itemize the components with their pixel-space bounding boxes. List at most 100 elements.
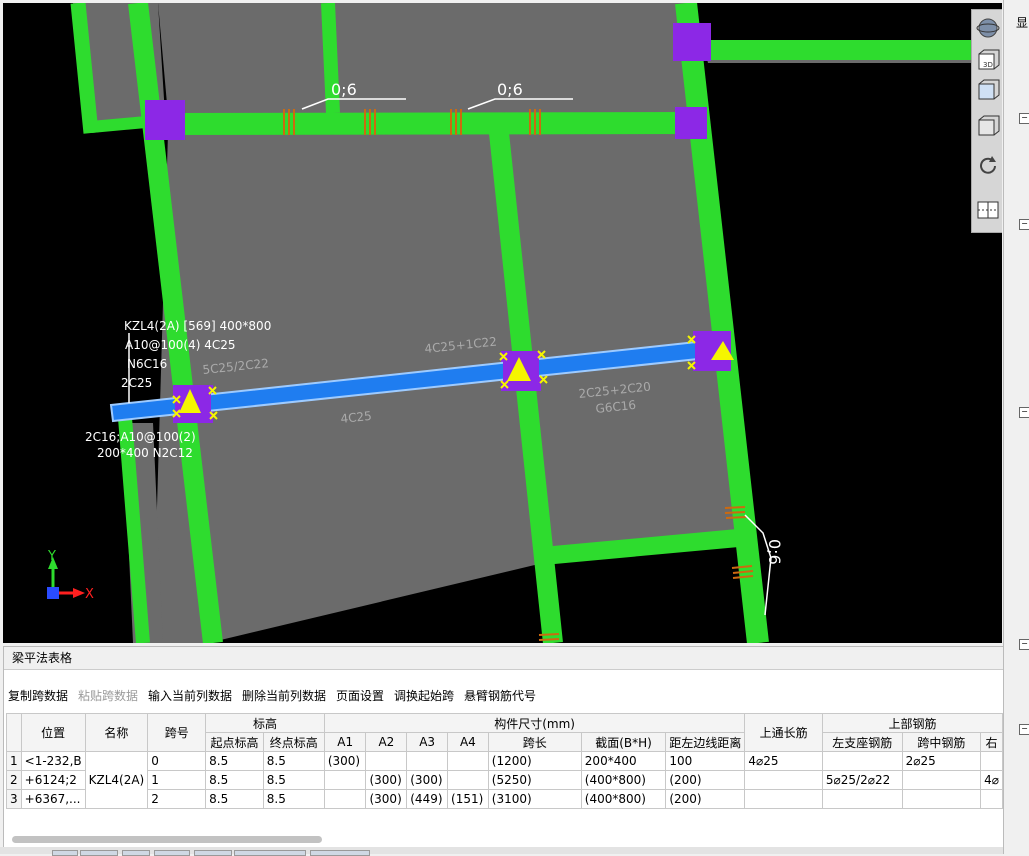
a2-cell[interactable]: (300): [365, 770, 408, 790]
name-cell[interactable]: KZL4(2A): [84, 751, 149, 809]
top-through-cell[interactable]: 4⌀25: [744, 751, 823, 771]
tree-expand-icon[interactable]: −: [1019, 219, 1029, 230]
tree-expand-icon[interactable]: −: [1019, 724, 1029, 735]
left-distance-cell[interactable]: (200): [665, 789, 746, 809]
position-cell[interactable]: +6367,...: [20, 789, 86, 809]
drawing-canvas[interactable]: 0;6 0;6 0;6 KZL4(2A) [569] 400*800 A10@1…: [3, 3, 1002, 643]
status-tab[interactable]: [234, 850, 306, 856]
row-number: 2: [6, 770, 22, 790]
tree-expand-icon[interactable]: −: [1019, 639, 1029, 650]
section-cell[interactable]: (400*800): [580, 770, 667, 790]
a3-cell[interactable]: [406, 751, 449, 771]
col-header-left-distance: 距左边线距离: [665, 732, 746, 752]
col-header-mid-rebar: 跨中钢筋: [901, 732, 982, 752]
row-number-header: [6, 713, 22, 752]
a2-cell[interactable]: [365, 751, 408, 771]
horizontal-scrollbar[interactable]: [12, 836, 322, 843]
swap-span-button[interactable]: 调换起始跨: [394, 685, 454, 707]
end-elev-cell[interactable]: 8.5: [262, 770, 325, 790]
delete-column-button[interactable]: 删除当前列数据: [242, 685, 326, 707]
status-tab[interactable]: [80, 850, 118, 856]
col-header-section: 截面(B*H): [580, 732, 667, 752]
col-header-start-elev: 起点标高: [205, 732, 264, 752]
top-through-cell[interactable]: [744, 789, 823, 809]
col-header-a3: A3: [406, 732, 449, 752]
a3-cell[interactable]: (300): [406, 770, 449, 790]
a4-cell[interactable]: (151): [447, 789, 489, 809]
paste-span-button[interactable]: 粘贴跨数据: [78, 685, 138, 707]
svg-text:3D: 3D: [983, 61, 993, 69]
start-elev-cell[interactable]: 8.5: [205, 770, 264, 790]
box-view-icon[interactable]: [976, 114, 1000, 138]
end-elev-cell[interactable]: 8.5: [262, 789, 325, 809]
left-support-cell[interactable]: 5⌀25/2⌀22: [821, 770, 903, 790]
status-tab[interactable]: [310, 850, 370, 856]
table-row[interactable]: 1 <1-232,B KZL4(2A) 0 8.5 8.5 (300) (120…: [6, 751, 1003, 809]
col-header-a4: A4: [447, 732, 489, 752]
cad-viewport[interactable]: 0;6 0;6 0;6 KZL4(2A) [569] 400*800 A10@1…: [3, 3, 1002, 643]
tree-expand-icon[interactable]: −: [1019, 407, 1029, 418]
a1-cell[interactable]: (300): [323, 751, 367, 771]
rotate-icon[interactable]: [976, 154, 1000, 178]
status-tab[interactable]: [52, 850, 78, 856]
start-elev-cell[interactable]: 8.5: [205, 789, 264, 809]
end-elev-cell[interactable]: 8.5: [262, 751, 325, 771]
page-setup-button[interactable]: 页面设置: [336, 685, 384, 707]
left-support-cell[interactable]: [821, 789, 903, 809]
top-view-icon[interactable]: [976, 78, 1000, 102]
section-cell[interactable]: (400*800): [580, 789, 667, 809]
right-side-panel: 显 − − − − −: [1003, 0, 1029, 854]
layout-icon[interactable]: [976, 198, 1000, 222]
span-cell[interactable]: 1: [147, 770, 207, 790]
start-elev-cell[interactable]: 8.5: [205, 751, 264, 771]
mid-rebar-cell[interactable]: [901, 770, 982, 790]
a4-cell[interactable]: [447, 770, 489, 790]
table-row[interactable]: 3 +6367,... 2 8.5 8.5 (300) (449) (151) …: [6, 789, 1003, 809]
span-length-cell[interactable]: (5250): [487, 770, 582, 790]
left-distance-cell[interactable]: (200): [665, 770, 746, 790]
col-header-dims: 构件尺寸(mm): [323, 713, 746, 733]
dim-label-2: 0;6: [497, 80, 523, 99]
tree-expand-icon[interactable]: −: [1019, 113, 1029, 124]
input-column-button[interactable]: 输入当前列数据: [148, 685, 232, 707]
row-number: 3: [6, 789, 22, 809]
a1-cell[interactable]: [323, 770, 367, 790]
span-length-cell[interactable]: (1200): [487, 751, 582, 771]
status-tab[interactable]: [154, 850, 190, 856]
mid-rebar-cell[interactable]: [901, 789, 982, 809]
top-through-cell[interactable]: [744, 770, 823, 790]
3d-view-icon[interactable]: 3D: [976, 48, 1000, 72]
col-header-span: 跨号: [147, 713, 207, 752]
col-header-a2: A2: [365, 732, 408, 752]
span-cell[interactable]: 2: [147, 789, 207, 809]
cantilever-code-button[interactable]: 悬臂钢筋代号: [464, 685, 536, 707]
mid-rebar-cell[interactable]: 2⌀25: [901, 751, 982, 771]
view-toolbar: 3D: [971, 9, 1002, 233]
beam-annotation-line: 2C25: [121, 376, 152, 390]
beam-annotation-line: KZL4(2A) [569] 400*800: [124, 319, 271, 333]
slab: [158, 3, 693, 115]
orbit-icon[interactable]: [976, 16, 1000, 40]
status-tab[interactable]: [194, 850, 232, 856]
close-icon[interactable]: ✕: [12, 647, 997, 669]
left-support-cell[interactable]: [821, 751, 903, 771]
a1-cell[interactable]: [323, 789, 367, 809]
a4-cell[interactable]: [447, 751, 489, 771]
status-tab[interactable]: [122, 850, 150, 856]
left-distance-cell[interactable]: 100: [665, 751, 746, 771]
span-length-cell[interactable]: (3100): [487, 789, 582, 809]
table-row[interactable]: 2 +6124;2 1 8.5 8.5 (300) (300) (5250) (…: [6, 770, 1003, 790]
position-cell[interactable]: <1-232,B: [20, 751, 86, 771]
axis-x-label: X: [85, 587, 94, 602]
a2-cell[interactable]: (300): [365, 789, 408, 809]
right-cell[interactable]: [980, 751, 1003, 771]
copy-span-button[interactable]: 复制跨数据: [8, 685, 68, 707]
span-cell[interactable]: 0: [147, 751, 207, 771]
col-header-a1: A1: [323, 732, 367, 752]
right-cell[interactable]: [980, 789, 1003, 809]
a3-cell[interactable]: (449): [406, 789, 449, 809]
section-cell[interactable]: 200*400: [580, 751, 667, 771]
right-cell[interactable]: 4⌀: [980, 770, 1003, 790]
col-header-end-elev: 终点标高: [262, 732, 325, 752]
position-cell[interactable]: +6124;2: [20, 770, 86, 790]
